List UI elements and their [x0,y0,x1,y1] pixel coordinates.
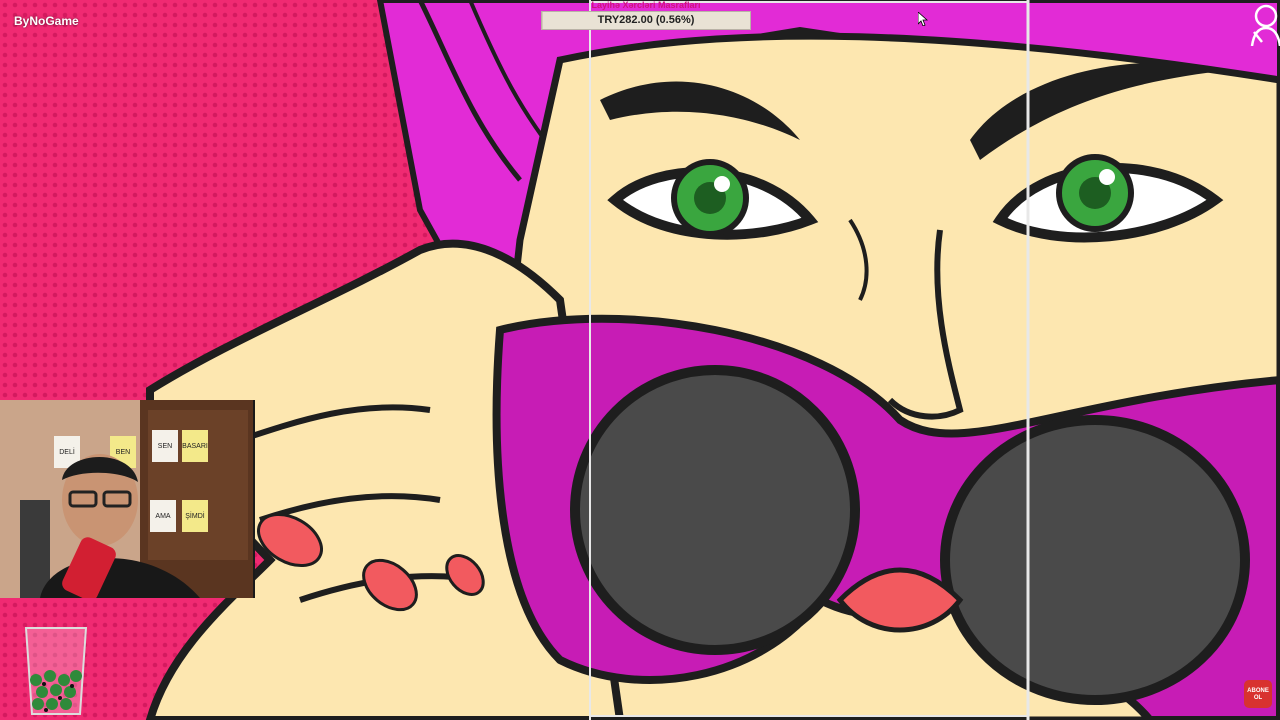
donation-goal-amount: TRY282.00 (0.56%) [597,14,695,26]
channel-brand: ByNoGame [14,14,79,28]
poster-text: AMA [155,513,171,520]
subscribe-icon[interactable]: ABONE OL [1244,680,1272,708]
right-lens [940,415,1250,705]
streamer-avatar-icon [1250,4,1280,46]
poster-text: ŞİMDİ [185,511,205,520]
jellybean-cup-icon [24,627,88,715]
webcam-feed: DELİ BEN SEN BASARI AMA ŞİMDİ [0,400,255,598]
donation-goal-bar: TRY282.00 (0.56%) [541,11,751,30]
poster-text: DELİ [59,447,75,456]
cursor-icon [918,12,928,26]
donation-goal-title: Layihə Xərcləri Masrafları [591,0,701,10]
poster-text: BEN [116,449,130,456]
poster-text: SEN [158,443,172,450]
left-lens [570,365,860,655]
puzzle-canvas[interactable] [0,0,1280,720]
poster-text: BASARI [182,443,208,450]
